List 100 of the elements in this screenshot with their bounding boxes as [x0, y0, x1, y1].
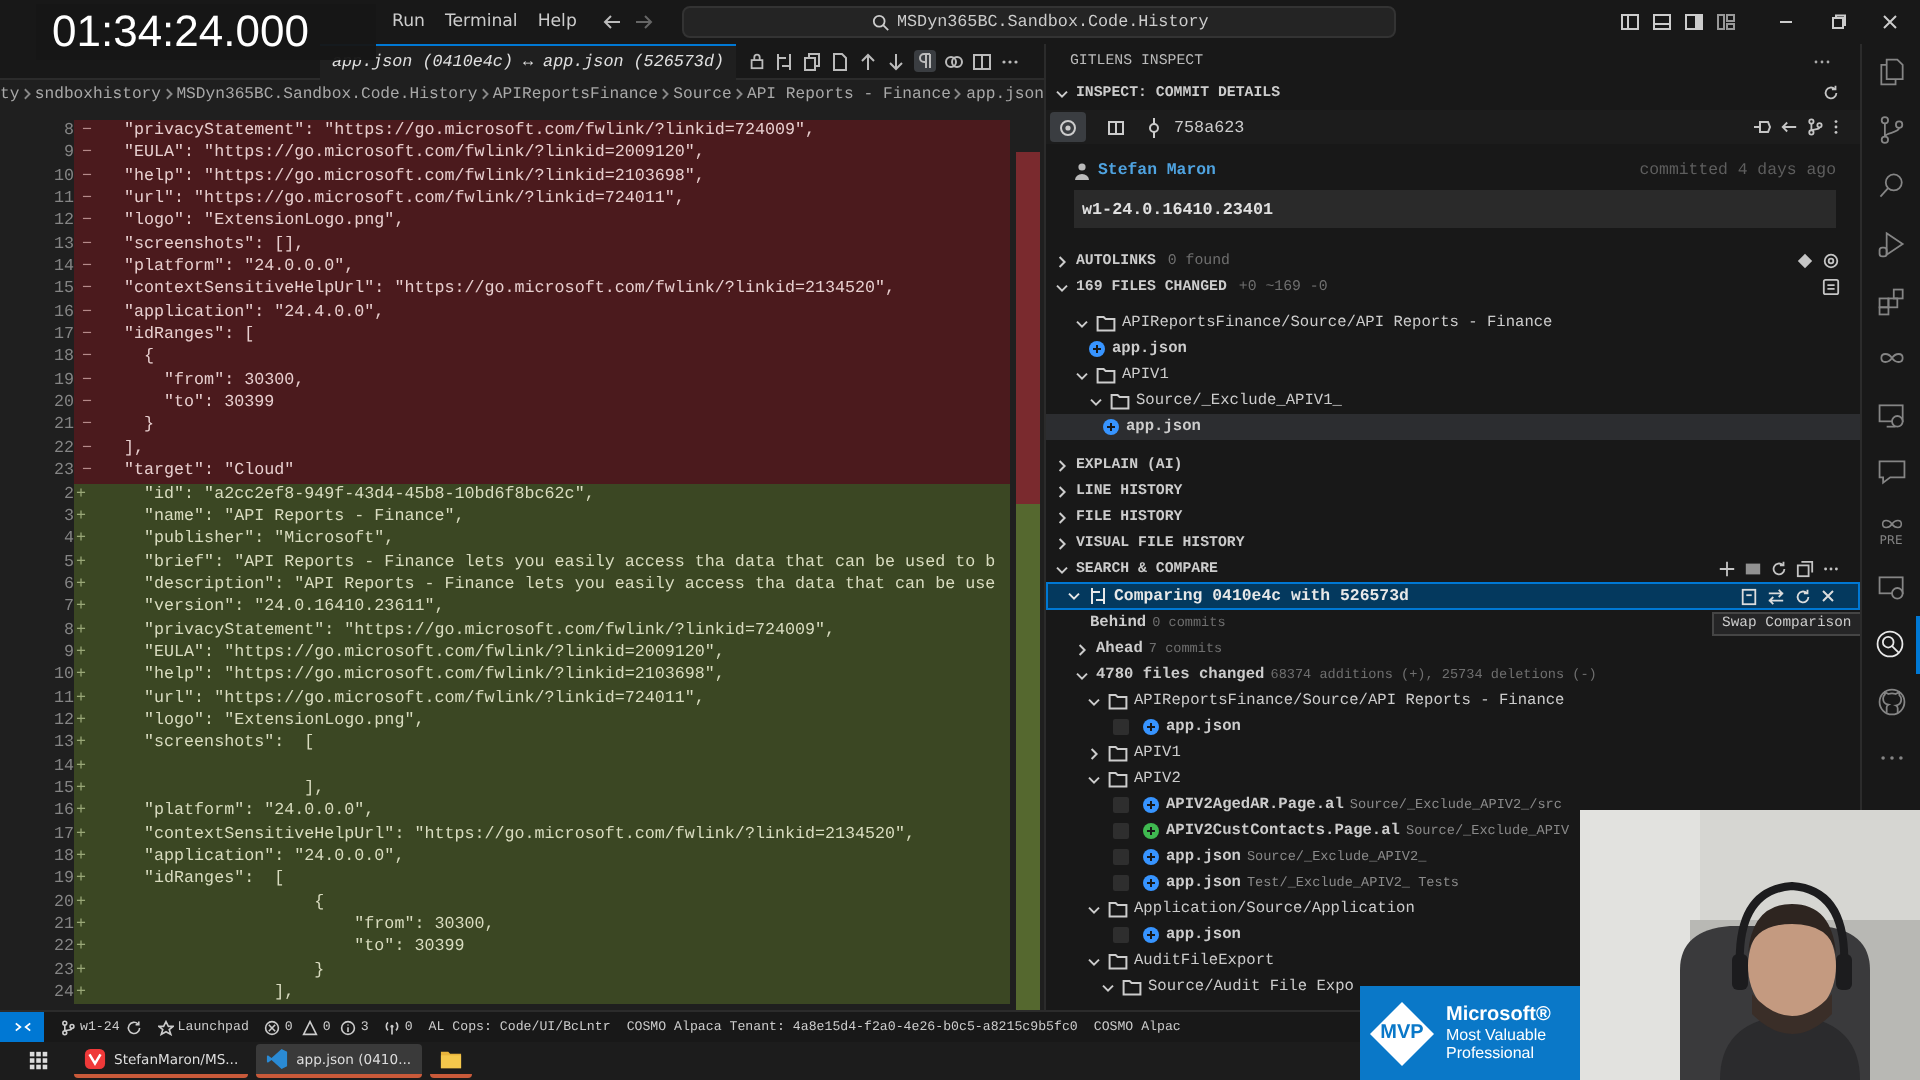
line-number: 3 [61, 505, 74, 529]
code-line: "contextSensitiveHelpUrl": "https://go.microsoft.com/fwlink/?linkid=2134520", [142, 823, 916, 846]
diff-marker: + [74, 505, 89, 529]
badge-text: Professional [1446, 1044, 1537, 1063]
diff-marker: + [74, 687, 89, 710]
line-number: 24 [51, 982, 74, 1005]
diff-marker: + [74, 573, 89, 597]
badge-mark: MVP [1378, 1021, 1426, 1043]
diff-marker: − [79, 278, 94, 302]
line-number: 9 [61, 142, 74, 166]
breadcrumb-item[interactable]: Source [673, 85, 732, 103]
line-number: 4 [61, 528, 74, 552]
code-line: { [142, 346, 155, 370]
command-center[interactable]: MSDyn365BC.Sandbox.Code.History [682, 6, 1397, 38]
diff-marker: − [79, 165, 94, 189]
line-number: 20 [51, 891, 74, 915]
diff-marker: + [74, 777, 89, 801]
code-line: "platform": "24.0.0.0", [142, 800, 375, 824]
diff-marker: + [74, 619, 89, 642]
code-line: { [312, 891, 325, 915]
diff-marker: + [74, 755, 89, 778]
menu-item[interactable]: Help [527, 12, 587, 32]
line-number: 14 [51, 256, 74, 279]
line-number: 21 [51, 414, 74, 438]
line-number: 23 [51, 460, 74, 483]
diff-marker: − [79, 324, 94, 347]
diff-marker: − [79, 188, 94, 211]
line-number: 16 [51, 800, 74, 824]
line-number: 17 [51, 823, 74, 846]
line-number: 13 [51, 732, 74, 756]
code-line: "description": "API Reports - Finance lets you easily access tha data that can be use [142, 573, 996, 597]
code-line: "publisher": "Microsoft", [142, 528, 395, 552]
code-line: "version": "24.0.16410.23611", [142, 596, 445, 620]
line-number: 11 [51, 687, 74, 710]
code-line: "privacyStatement": "https://go.microsoft.com/fwlink/?linkid=724009", [122, 120, 815, 143]
line-number: 19 [51, 868, 74, 892]
diff-marker: + [74, 664, 89, 688]
code-line: "logo": "ExtensionLogo.png", [122, 210, 405, 234]
line-number: 17 [51, 324, 74, 347]
diff-marker: − [79, 437, 94, 461]
code-line: "brief": "API Reports - Finance lets you easily access tha data that can be used to b [142, 551, 996, 574]
code-line: "name": "API Reports - Finance", [142, 505, 465, 529]
diff-marker: − [79, 256, 94, 279]
diff-marker: + [74, 823, 89, 846]
diff-marker: + [74, 982, 89, 1005]
diff-marker: + [74, 641, 89, 665]
code-line: "EULA": "https://go.microsoft.com/fwlink/?linkid=2009120", [122, 142, 705, 166]
comparison-item[interactable]: Comparing 0410e4c with 526573d [1046, 582, 1860, 610]
menu-item[interactable]: Run [382, 12, 435, 32]
commit-sha[interactable]: 758a623 [1174, 117, 1245, 137]
editor-tab[interactable]: app.json (0410e4c) ↔ app.json (526573d) [320, 44, 737, 79]
breadcrumb-item[interactable]: app.json [966, 85, 1044, 103]
code-line: "from": 30300, [352, 914, 495, 937]
line-number: 7 [61, 596, 74, 620]
code-line: "id": "a2cc2ef8-949f-43d4-45b8-10bd6f8bc62c", [142, 483, 595, 506]
line-number: 20 [51, 392, 74, 415]
code-line: "idRanges": [ [142, 868, 285, 892]
code-line: "screenshots": [ [142, 732, 315, 756]
code-line: "help": "https://go.microsoft.com/fwlink/?linkid=2103698", [142, 664, 725, 688]
diff-marker: + [74, 914, 89, 937]
badge-text: Microsoft® [1446, 1003, 1551, 1025]
code-line: } [142, 414, 155, 438]
diff-marker: − [79, 210, 94, 234]
badge-text: Most Valuable [1446, 1025, 1549, 1044]
code-line: "application": "24.0.0.0", [142, 846, 405, 869]
diff-marker: − [79, 392, 94, 415]
code-line: "help": "https://go.microsoft.com/fwlink/?linkid=2103698", [122, 165, 705, 189]
line-number: 18 [51, 346, 74, 370]
line-number: 15 [51, 278, 74, 302]
diff-marker: − [79, 301, 94, 325]
diff-marker: − [79, 233, 94, 257]
breadcrumb-item[interactable]: MSDyn365BC.Sandbox.Code.History [176, 85, 478, 103]
line-number: 21 [51, 914, 74, 937]
diff-marker: + [74, 846, 89, 869]
code-line: ], [302, 777, 325, 801]
diff-marker: + [74, 709, 89, 733]
code-line: } [312, 959, 325, 983]
breadcrumb-item[interactable]: API Reports - Finance [746, 85, 951, 103]
line-number: 12 [51, 709, 74, 733]
diff-marker: − [79, 120, 94, 143]
line-number: 22 [51, 936, 74, 960]
line-number: 10 [51, 165, 74, 189]
line-number: 8 [61, 619, 74, 642]
line-number: 10 [51, 664, 74, 688]
author-name[interactable]: Stefan Maron [1098, 162, 1216, 180]
line-number: 13 [51, 233, 74, 257]
code-line: "to": 30399 [352, 936, 465, 960]
code-line: ], [272, 982, 295, 1005]
diff-marker: + [74, 596, 89, 620]
line-number: 19 [51, 369, 74, 393]
diff-marker: − [79, 346, 94, 370]
menu-item[interactable]: Terminal [434, 12, 528, 32]
code-line: "target": "Cloud" [122, 460, 295, 483]
diff-marker: + [74, 483, 89, 506]
diff-marker: − [79, 414, 94, 438]
line-number: 18 [51, 846, 74, 869]
breadcrumb-item[interactable]: APIReportsFinance [492, 85, 658, 103]
code-line: "privacyStatement": "https://go.microsoft.com/fwlink/?linkid=724009", [142, 619, 836, 642]
breadcrumb-item[interactable]: ty [0, 85, 20, 103]
breadcrumb-item[interactable]: sndboxhistory [34, 85, 162, 103]
